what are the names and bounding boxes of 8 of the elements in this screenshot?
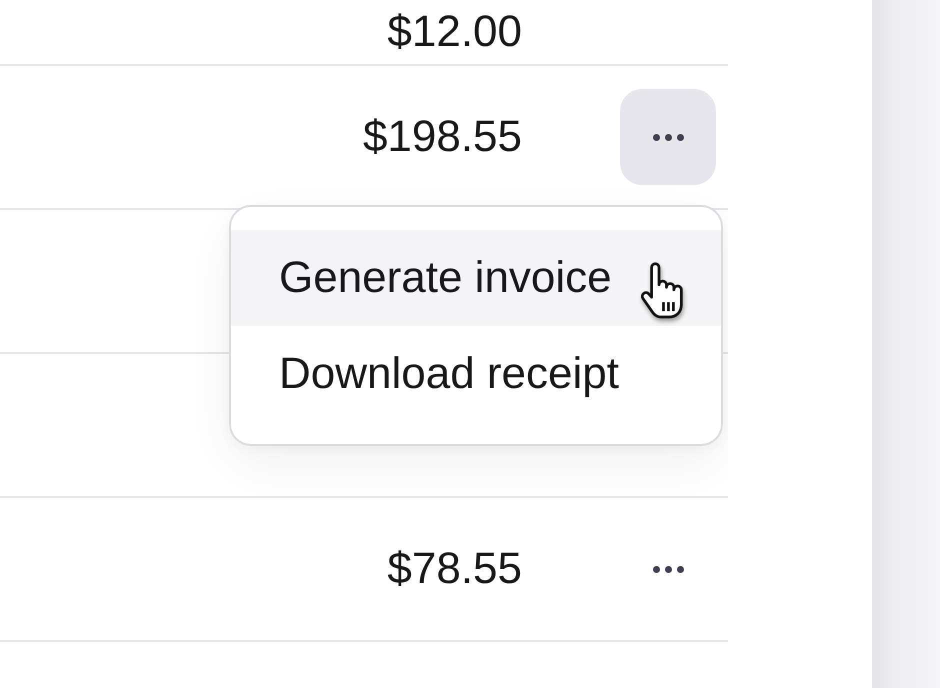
menu-item[interactable]: Generate invoice [231,230,721,326]
ellipsis-icon [652,566,684,572]
menu-item[interactable]: Download receipt [231,326,721,422]
ellipsis-icon [652,134,684,140]
amount-text: $12.00 [387,6,522,58]
amount-text: $78.55 [387,543,522,595]
more-button[interactable] [620,89,716,185]
amount-text: $198.55 [362,111,522,163]
